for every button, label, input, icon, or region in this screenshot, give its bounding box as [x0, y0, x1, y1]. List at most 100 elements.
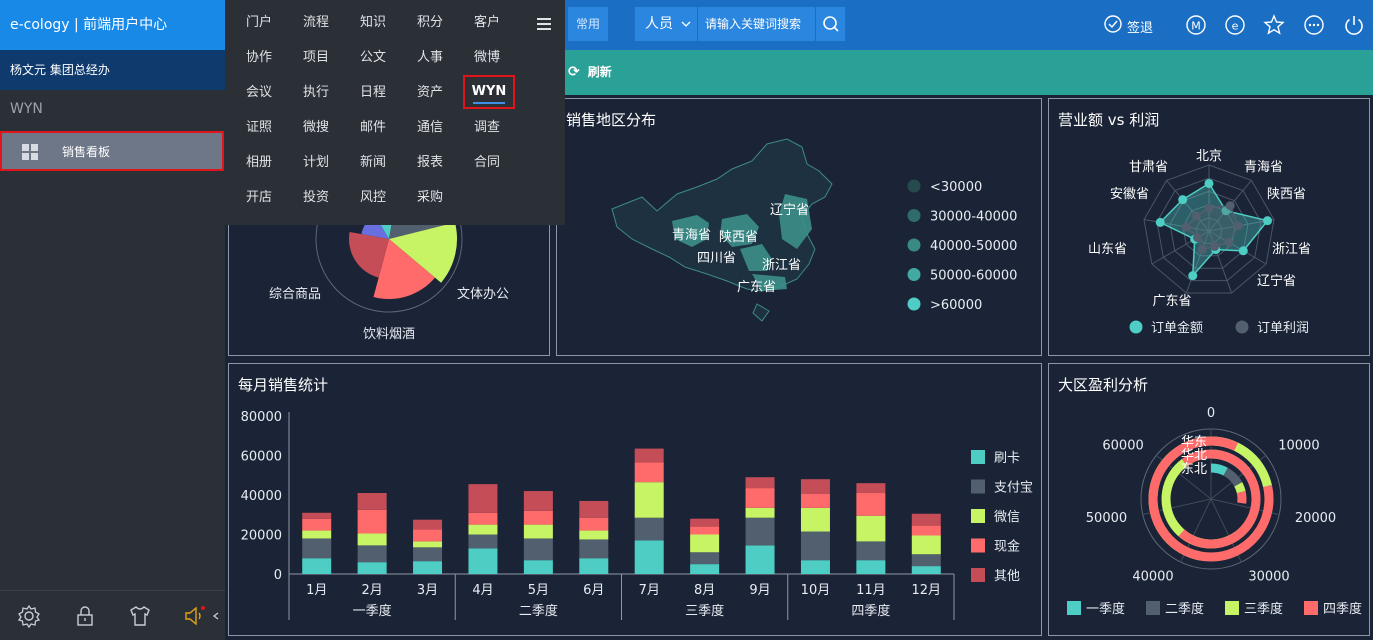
bar-segment — [302, 512, 332, 519]
menu-item-5[interactable]: 协作 — [231, 43, 287, 73]
search-category-select[interactable]: 人员 — [645, 7, 691, 41]
notification-button[interactable] — [183, 604, 207, 628]
collapse-sidebar-button[interactable] — [211, 604, 223, 628]
radar-point — [1181, 222, 1191, 232]
bar-x-tick: 4月 — [472, 583, 493, 598]
menu-item-28[interactable]: 采购 — [402, 183, 458, 213]
theme-button[interactable] — [128, 604, 152, 628]
search-separator — [697, 7, 698, 41]
bar-segment — [634, 540, 664, 574]
bar-legend-swatch — [971, 509, 985, 523]
bar-segment — [413, 547, 443, 562]
menu-item-1[interactable]: 流程 — [288, 8, 344, 38]
power-button[interactable] — [1343, 14, 1365, 36]
menu-item-13[interactable]: 资产 — [402, 78, 458, 108]
sidebar: WYN 销售看板 — [0, 90, 225, 640]
menu-item-22[interactable]: 新闻 — [345, 148, 401, 178]
menu-hamburger-icon[interactable] — [537, 18, 551, 30]
menu-item-14[interactable]: WYN — [463, 75, 515, 109]
region-profit-panel: 大区盈利分析 0 10000 20000 30000 40000 50000 60000 华东… — [1048, 363, 1370, 636]
check-circle-icon — [1104, 15, 1122, 33]
bar-segment — [634, 482, 664, 518]
polar-legend-label: 三季度 — [1244, 601, 1283, 617]
bar-segment — [800, 507, 830, 532]
bar-x-tick: 5月 — [528, 583, 549, 598]
menu-item-23[interactable]: 报表 — [402, 148, 458, 178]
map-region-label: 广东省 — [737, 280, 776, 295]
bar-legend-swatch — [971, 450, 985, 464]
sidebar-item-sales-board[interactable]: 销售看板 — [0, 131, 224, 171]
search-icon — [823, 16, 839, 32]
menu-item-16[interactable]: 微搜 — [288, 113, 344, 143]
refresh-button[interactable]: ⟳ 刷新 — [568, 63, 612, 80]
radar-point — [1193, 233, 1203, 243]
shirt-icon — [130, 606, 150, 626]
menu-item-17[interactable]: 邮件 — [345, 113, 401, 143]
menu-item-4[interactable]: 客户 — [459, 8, 515, 38]
more-button[interactable] — [1303, 14, 1325, 36]
menu-item-10[interactable]: 会议 — [231, 78, 287, 108]
polar-arc — [1223, 467, 1243, 487]
polar-legend-swatch — [1304, 601, 1318, 615]
bar-x-tick: 9月 — [749, 583, 770, 598]
bar-segment — [690, 564, 720, 574]
m-button[interactable]: M — [1185, 14, 1207, 36]
bar-segment — [634, 517, 664, 541]
bar-segment — [523, 538, 553, 561]
menu-item-19[interactable]: 调查 — [459, 113, 515, 143]
sales-map-panel: 销售地区分布 辽宁省 青海省 陕西省 四川省 浙江省 广东省 <30000 30000-400… — [556, 98, 1042, 356]
header-actions: 签退 M e — [1103, 0, 1373, 50]
favorite-button[interactable] — [1263, 14, 1285, 36]
bar-legend-label: 其他 — [994, 569, 1020, 584]
bar-segment — [690, 552, 720, 565]
bar-legend-swatch — [971, 538, 985, 553]
bar-segment — [579, 517, 609, 531]
radar-indicator-label: 山东省 — [1088, 242, 1127, 257]
polar-arc — [1236, 491, 1247, 504]
menu-item-26[interactable]: 投资 — [288, 183, 344, 213]
radar-legend-swatch — [1235, 320, 1249, 334]
map-island — [752, 303, 770, 322]
radar-point — [1233, 221, 1243, 231]
polar-legend-label: 二季度 — [1165, 601, 1204, 617]
menu-item-8[interactable]: 人事 — [402, 43, 458, 73]
menu-item-2[interactable]: 知识 — [345, 8, 401, 38]
app-brand[interactable]: e-cology | 前端用户中心 — [0, 0, 225, 50]
polar-arc — [1234, 482, 1246, 494]
menu-item-20[interactable]: 相册 — [231, 148, 287, 178]
menu-item-25[interactable]: 开店 — [231, 183, 287, 213]
search-button[interactable] — [815, 7, 845, 41]
signout-button[interactable]: 签退 — [1103, 14, 1153, 36]
radar-point — [1178, 195, 1188, 205]
menu-item-21[interactable]: 计划 — [288, 148, 344, 178]
top-bar: e-cology | 前端用户中心 常用 人员 请输入关键词搜索 签退 M e — [0, 0, 1373, 50]
menu-item-0[interactable]: 门户 — [231, 8, 287, 38]
sidebar-item-label: 销售看板 — [62, 145, 111, 159]
menu-item-6[interactable]: 项目 — [288, 43, 344, 73]
monthly-sales-panel: 每月销售统计 0 20000 40000 60000 80000 1月 2月 3月 4月 5月 6月… — [228, 363, 1042, 636]
menu-item-15[interactable]: 证照 — [231, 113, 287, 143]
speaker-icon — [185, 606, 205, 626]
polar-legend-swatch — [1146, 601, 1160, 615]
common-tab[interactable]: 常用 — [568, 7, 608, 41]
menu-item-12[interactable]: 日程 — [345, 78, 401, 108]
user-info[interactable]: 杨文元 集团总经办 — [0, 50, 225, 90]
menu-item-7[interactable]: 公文 — [345, 43, 401, 73]
bar-segment — [523, 560, 553, 574]
menu-item-24[interactable]: 合同 — [459, 148, 515, 178]
bar-segment — [302, 538, 332, 559]
more-icon — [1304, 15, 1324, 35]
bar-segment — [745, 488, 775, 508]
settings-button[interactable] — [17, 604, 41, 629]
menu-item-9[interactable]: 微博 — [459, 43, 515, 73]
bar-segment — [468, 548, 498, 574]
menu-item-3[interactable]: 积分 — [402, 8, 458, 38]
map-legend-swatch — [907, 179, 921, 193]
menu-item-27[interactable]: 风控 — [345, 183, 401, 213]
search-input[interactable]: 请输入关键词搜索 — [705, 7, 815, 41]
menu-item-18[interactable]: 通信 — [402, 113, 458, 143]
lock-button[interactable] — [73, 604, 97, 628]
e-button[interactable]: e — [1224, 14, 1246, 36]
menu-item-11[interactable]: 执行 — [288, 78, 344, 108]
bar-y-tick: 0 — [274, 568, 282, 583]
